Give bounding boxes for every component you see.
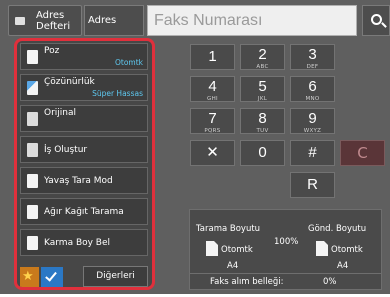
key-8[interactable]: 8 TUV	[240, 108, 285, 134]
address-book-button[interactable]: Adres Defteri	[8, 5, 82, 36]
heavy-paper-icon	[27, 205, 38, 219]
scan-size-value: Otomtk	[221, 245, 253, 255]
star-icon: ★	[22, 269, 34, 284]
mode-item-resolution[interactable]: Çözünürlük Süper Hassas	[20, 74, 148, 101]
mode-label: İş Oluştur	[44, 145, 88, 155]
key-pause[interactable]: ✕	[190, 140, 235, 166]
key-1[interactable]: 1	[190, 44, 235, 70]
mode-value: Süper Hassas	[92, 89, 143, 98]
mode-list: Poz Otomtk Çözünürlük Süper Hassas Oriji…	[14, 38, 155, 290]
resolution-icon	[27, 81, 38, 95]
mode-item-slow-scan[interactable]: Yavaş Tara Mod	[20, 167, 148, 194]
address-book-icon	[15, 17, 25, 25]
address-book-label: Adres Defteri	[36, 10, 71, 32]
mode-label: Çözünürlük	[44, 77, 95, 87]
key-6[interactable]: 6 MNO	[290, 76, 335, 102]
mode-label: Yavaş Tara Mod	[44, 176, 113, 186]
mode-label: Poz	[44, 46, 60, 56]
fax-number-input[interactable]: Faks Numarası	[147, 5, 357, 36]
scan-size-label: Tarama Boyutu	[196, 224, 261, 234]
search-button[interactable]	[362, 5, 390, 36]
key-7[interactable]: 7 PQRS	[190, 108, 235, 134]
keypad: 1 2 ABC 3 DEF 4 GHI 5 JKL 6 MNO 7 PQRS 8 TUV 9W…	[190, 44, 385, 204]
mode-item-mixed-size[interactable]: Karma Boy Bel	[20, 229, 148, 256]
redial-button[interactable]: R	[290, 172, 335, 198]
mode-item-job-build[interactable]: İş Oluştur	[20, 136, 148, 163]
check-icon	[45, 269, 57, 282]
send-size-label: Gönd. Boyutu	[308, 224, 367, 234]
scan-status-panel: Tarama Boyutu Otomtk A4 100% Gönd. Boyut…	[189, 209, 382, 290]
clear-button[interactable]: C	[340, 140, 385, 166]
key-hash[interactable]: #	[290, 140, 335, 166]
key-0[interactable]: 0	[240, 140, 285, 166]
exposure-icon	[27, 50, 38, 64]
fax-memory-value: 0%	[323, 277, 337, 287]
mode-item-exposure[interactable]: Poz Otomtk	[20, 43, 148, 70]
mode-label: Karma Boy Bel	[44, 238, 111, 248]
mode-value: Otomtk	[114, 58, 143, 67]
fax-screen: Adres Defteri Adres Faks Numarası Poz Ot…	[0, 0, 390, 294]
mode-label: Orijinal	[44, 108, 77, 118]
address-button[interactable]: Adres	[84, 5, 144, 36]
check-button[interactable]	[41, 267, 63, 287]
mode-label: Ağır Kağıt Tarama	[44, 207, 124, 217]
document-icon	[206, 241, 218, 256]
send-size-paper: A4	[337, 261, 349, 271]
key-9[interactable]: 9 WXYZ	[290, 108, 335, 134]
mode-item-original[interactable]: Orijinal	[20, 105, 148, 132]
job-build-icon	[27, 143, 38, 157]
key-4[interactable]: 4 GHI	[190, 76, 235, 102]
key-3[interactable]: 3 DEF	[290, 44, 335, 70]
others-button[interactable]: Diğerleri	[83, 266, 148, 287]
fax-memory-label: Faks alım belleği:	[210, 277, 284, 287]
slow-scan-icon	[27, 174, 38, 188]
favorite-button[interactable]: ★	[20, 267, 39, 287]
mode-item-heavy-paper-scan[interactable]: Ağır Kağıt Tarama	[20, 198, 148, 225]
pause-icon: ✕	[206, 144, 219, 161]
original-icon	[27, 112, 38, 126]
key-5[interactable]: 5 JKL	[240, 76, 285, 102]
scan-size-paper: A4	[227, 261, 239, 271]
document-icon	[316, 241, 328, 256]
send-size-value: Otomtk	[331, 245, 363, 255]
key-2[interactable]: 2 ABC	[240, 44, 285, 70]
mixed-size-icon	[27, 236, 38, 250]
ratio-value: 100%	[274, 237, 299, 247]
